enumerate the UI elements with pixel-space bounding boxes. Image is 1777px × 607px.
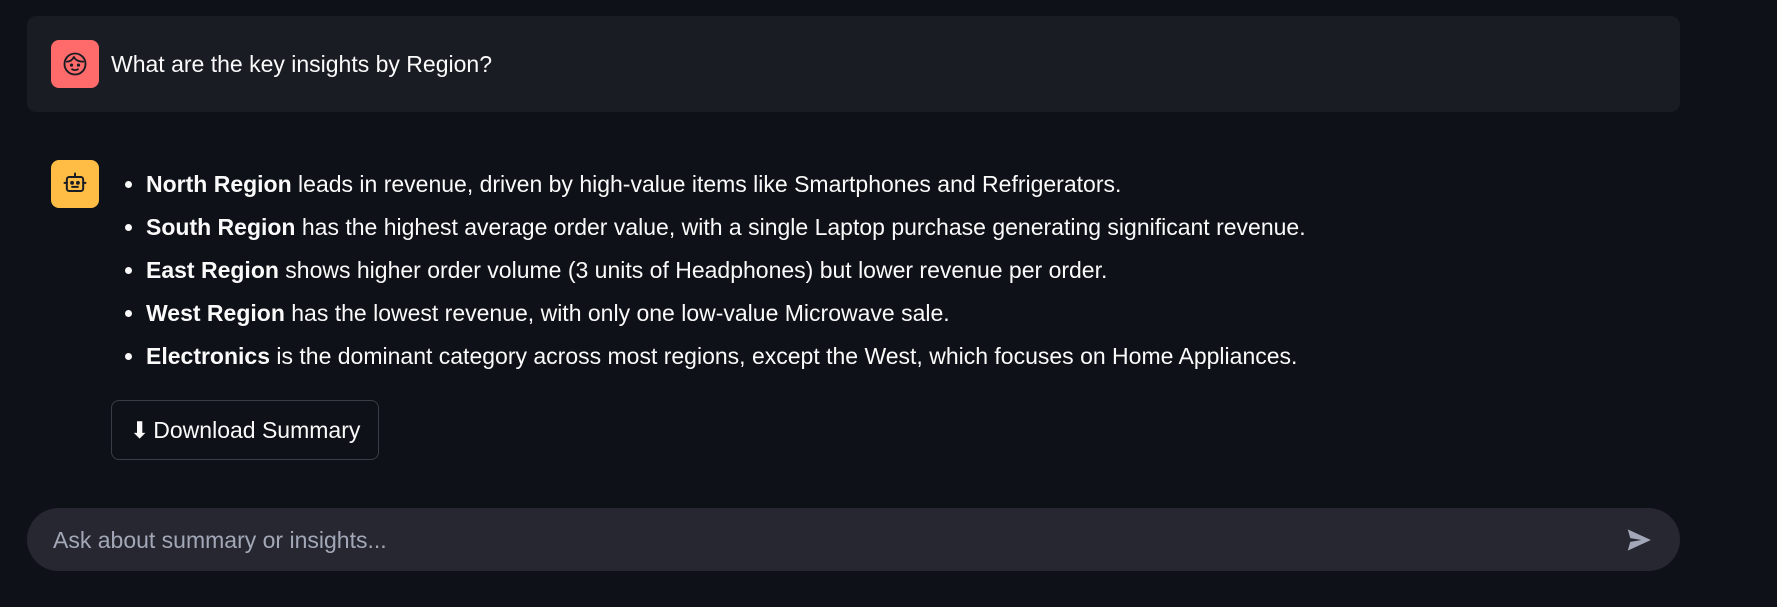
- download-summary-label: Download Summary: [153, 416, 361, 443]
- insight-text: leads in revenue, driven by high-value i…: [291, 171, 1122, 197]
- list-item: South Region has the highest average ord…: [146, 206, 1306, 249]
- send-button[interactable]: [1622, 523, 1656, 557]
- insight-region-label: South Region: [146, 214, 296, 240]
- list-item: West Region has the lowest revenue, with…: [146, 292, 1306, 335]
- insight-text: has the highest average order value, wit…: [295, 214, 1306, 240]
- user-avatar: [51, 40, 99, 88]
- chat-page: What are the key insights by Region? Nor…: [0, 0, 1777, 607]
- face-icon: [63, 52, 87, 76]
- insight-text: has the lowest revenue, with only one lo…: [284, 300, 950, 326]
- insight-text: is the dominant category across most reg…: [270, 343, 1298, 369]
- insight-region-label: North Region: [146, 171, 292, 197]
- user-message: What are the key insights by Region?: [27, 16, 1680, 112]
- insight-region-label: East Region: [146, 257, 279, 283]
- download-summary-button[interactable]: ⬇ Download Summary: [111, 400, 380, 460]
- assistant-avatar: [51, 160, 99, 208]
- insight-text: shows higher order volume (3 units of He…: [278, 257, 1108, 283]
- list-item: North Region leads in revenue, driven by…: [146, 163, 1306, 206]
- insights-list: North Region leads in revenue, driven by…: [111, 163, 1306, 378]
- user-message-text: What are the key insights by Region?: [111, 51, 492, 77]
- download-icon: ⬇: [130, 416, 150, 443]
- send-icon: [1627, 529, 1651, 551]
- list-item: East Region shows higher order volume (3…: [146, 249, 1306, 292]
- chat-input-bar: [27, 508, 1680, 573]
- insight-region-label: West Region: [146, 300, 285, 326]
- list-item: Electronics is the dominant category acr…: [146, 335, 1306, 378]
- chat-input[interactable]: [51, 508, 1615, 573]
- insight-category-label: Electronics: [146, 343, 270, 369]
- robot-icon: [63, 172, 87, 192]
